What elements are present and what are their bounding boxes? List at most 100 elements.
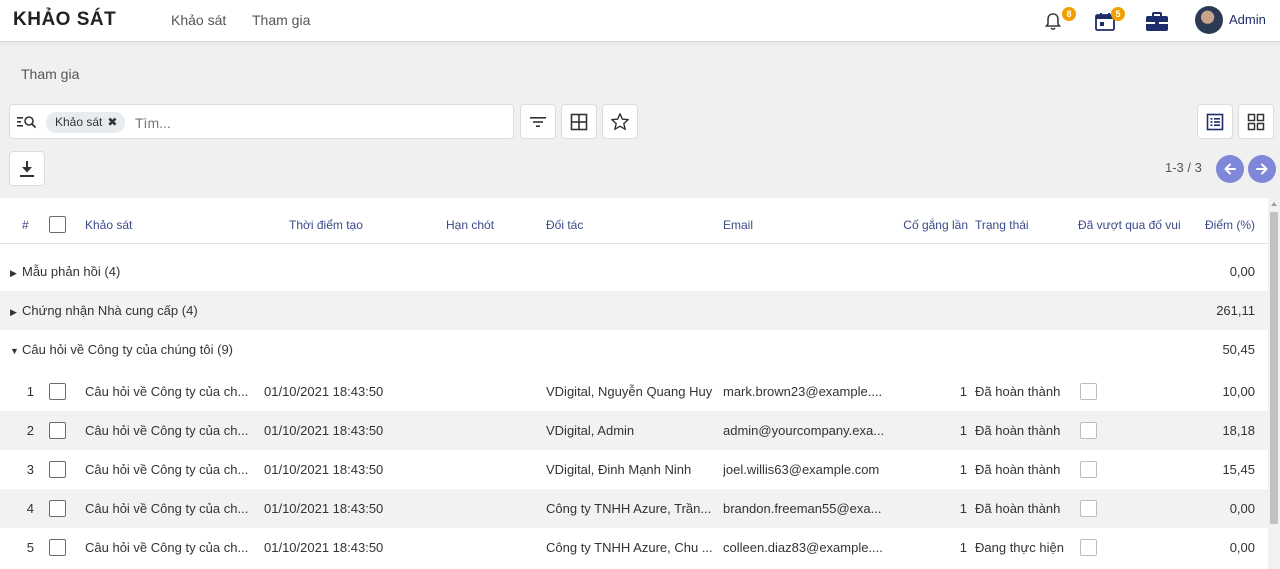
cell-attempt: 1 xyxy=(959,501,967,516)
search-bar[interactable]: Khảo sát ✖ xyxy=(9,104,514,139)
user-avatar[interactable] xyxy=(1195,6,1223,34)
group-row[interactable]: ▼ Câu hỏi về Công ty của chúng tôi (9) 50,… xyxy=(0,330,1268,369)
row-index: 3 xyxy=(26,462,34,477)
arrow-right-icon xyxy=(1256,163,1268,175)
cell-status: Đã hoàn thành xyxy=(975,462,1061,477)
kanban-grid-icon xyxy=(1247,113,1265,130)
cell-email: colleen.diaz83@example.... xyxy=(723,540,883,555)
row-select-checkbox[interactable] xyxy=(49,500,66,517)
select-all-checkbox[interactable] xyxy=(49,216,66,233)
search-facet[interactable]: Khảo sát ✖ xyxy=(46,112,126,133)
cell-survey: Câu hỏi về Công ty của ch... xyxy=(85,501,249,516)
row-index: 2 xyxy=(26,423,34,438)
search-options-icon[interactable] xyxy=(17,115,37,129)
calendar-count-badge: 5 xyxy=(1111,7,1125,21)
cell-score: 0,00 xyxy=(1229,501,1255,516)
control-panel: Tham gia Khảo sát ✖ Tìm... 1-3 / 3 xyxy=(0,43,1280,198)
cell-status: Đã hoàn thành xyxy=(975,501,1061,516)
column-header-quiz-passed[interactable]: Đã vượt qua đố vui xyxy=(1078,218,1181,232)
cell-created: 01/10/2021 18:43:50 xyxy=(264,384,384,399)
cell-attempt: 1 xyxy=(959,540,967,555)
row-index: 4 xyxy=(26,501,34,516)
menu-item-participations[interactable]: Tham gia xyxy=(252,12,310,28)
row-index: 1 xyxy=(26,384,34,399)
cell-attempt: 1 xyxy=(959,462,967,477)
cell-score: 15,45 xyxy=(1222,462,1255,477)
table-row[interactable]: 3 Câu hỏi về Công ty của ch... 01/10/2021 … xyxy=(0,450,1268,489)
table-scrollbar[interactable] xyxy=(1268,198,1280,569)
column-header-created[interactable]: Thời điểm tạo xyxy=(289,218,363,232)
row-select-checkbox[interactable] xyxy=(49,539,66,556)
column-header-attempt[interactable]: Cố gắng lần xyxy=(880,218,968,232)
scrollbar-thumb[interactable] xyxy=(1270,212,1278,524)
column-header-status[interactable]: Trạng thái xyxy=(975,218,1029,232)
cell-email: mark.brown23@example.... xyxy=(723,384,883,399)
list-view-button[interactable] xyxy=(1197,104,1233,139)
menu-item-surveys[interactable]: Khảo sát xyxy=(171,12,226,28)
arrow-left-icon xyxy=(1224,163,1236,175)
download-icon xyxy=(20,160,34,177)
favorites-button[interactable] xyxy=(602,104,638,139)
quiz-passed-checkbox xyxy=(1080,500,1097,517)
cell-status: Đã hoàn thành xyxy=(975,423,1061,438)
group-row[interactable]: ▶ Chứng nhận Nhà cung cấp (4) 261,11 xyxy=(0,291,1268,330)
column-header-survey[interactable]: Khảo sát xyxy=(85,218,132,232)
briefcase-icon xyxy=(1146,12,1168,31)
group-name: Câu hỏi về Công ty của chúng tôi (9) xyxy=(22,342,234,357)
cell-partner: Công ty TNHH Azure, Chu ... xyxy=(546,540,713,555)
pager-previous-button[interactable] xyxy=(1216,155,1244,183)
remove-facet-icon[interactable]: ✖ xyxy=(107,112,117,133)
kanban-view-button[interactable] xyxy=(1238,104,1274,139)
group-row[interactable]: ▶ Mẫu phản hồi (4) 0,00 xyxy=(0,252,1268,291)
activity-count-badge: 8 xyxy=(1062,7,1076,21)
cell-survey: Câu hỏi về Công ty của ch... xyxy=(85,423,249,438)
cell-attempt: 1 xyxy=(959,384,967,399)
table-header: # Khảo sát Thời điểm tạo Hạn chót Đối tá… xyxy=(0,198,1268,244)
star-icon xyxy=(611,112,629,130)
cell-created: 01/10/2021 18:43:50 xyxy=(264,423,384,438)
group-by-button[interactable] xyxy=(561,104,597,139)
cell-attempt: 1 xyxy=(959,423,967,438)
cell-created: 01/10/2021 18:43:50 xyxy=(264,462,384,477)
column-header-partner[interactable]: Đối tác xyxy=(546,218,583,232)
row-index: 5 xyxy=(26,540,34,555)
cell-email: brandon.freeman55@exa... xyxy=(723,501,882,516)
search-input[interactable] xyxy=(135,112,505,133)
cell-survey: Câu hỏi về Công ty của ch... xyxy=(85,540,249,555)
cell-partner: VDigital, Đinh Mạnh Ninh xyxy=(546,462,692,477)
scroll-up-arrow-icon[interactable] xyxy=(1271,202,1277,206)
cell-score: 10,00 xyxy=(1222,384,1255,399)
calendar-button[interactable]: 5 xyxy=(1094,7,1125,33)
column-header-index: # xyxy=(22,218,29,232)
company-switch-button[interactable] xyxy=(1145,9,1169,33)
row-select-checkbox[interactable] xyxy=(49,383,66,400)
top-navbar: KHẢO SÁT Khảo sát Tham gia 8 5 Admin xyxy=(0,0,1280,42)
table-row[interactable]: 4 Câu hỏi về Công ty của ch... 01/10/2021 … xyxy=(0,489,1268,528)
column-header-score[interactable]: Điểm (%) xyxy=(1190,218,1255,232)
pager-next-button[interactable] xyxy=(1248,155,1276,183)
app-brand[interactable]: KHẢO SÁT xyxy=(13,9,116,31)
row-select-checkbox[interactable] xyxy=(49,461,66,478)
cell-created: 01/10/2021 18:43:50 xyxy=(264,540,384,555)
pager-value[interactable]: 1-3 / 3 xyxy=(1165,160,1202,175)
caret-right-icon: ▶ xyxy=(10,307,17,317)
column-header-deadline[interactable]: Hạn chót xyxy=(446,218,494,232)
participations-table: # Khảo sát Thời điểm tạo Hạn chót Đối tá… xyxy=(0,198,1268,569)
group-label: ▶ Chứng nhận Nhà cung cấp (4) xyxy=(10,303,198,318)
table-row[interactable]: 5 Câu hỏi về Công ty của ch... 01/10/2021 … xyxy=(0,528,1268,567)
table-row[interactable]: 1 Câu hỏi về Công ty của ch... 01/10/2021 … xyxy=(0,372,1268,411)
cell-survey: Câu hỏi về Công ty của ch... xyxy=(85,462,249,477)
filters-button[interactable] xyxy=(520,104,556,139)
activity-button[interactable]: 8 xyxy=(1042,7,1076,33)
user-name[interactable]: Admin xyxy=(1229,12,1266,27)
quiz-passed-checkbox xyxy=(1080,461,1097,478)
table-row[interactable]: 2 Câu hỏi về Công ty của ch... 01/10/2021 … xyxy=(0,411,1268,450)
cell-created: 01/10/2021 18:43:50 xyxy=(264,501,384,516)
column-header-email[interactable]: Email xyxy=(723,218,753,232)
quiz-passed-checkbox xyxy=(1080,539,1097,556)
export-button[interactable] xyxy=(9,151,45,186)
cell-partner: Công ty TNHH Azure, Trần... xyxy=(546,501,712,516)
caret-right-icon: ▶ xyxy=(10,268,17,278)
cell-email: admin@yourcompany.exa... xyxy=(723,423,885,438)
row-select-checkbox[interactable] xyxy=(49,422,66,439)
